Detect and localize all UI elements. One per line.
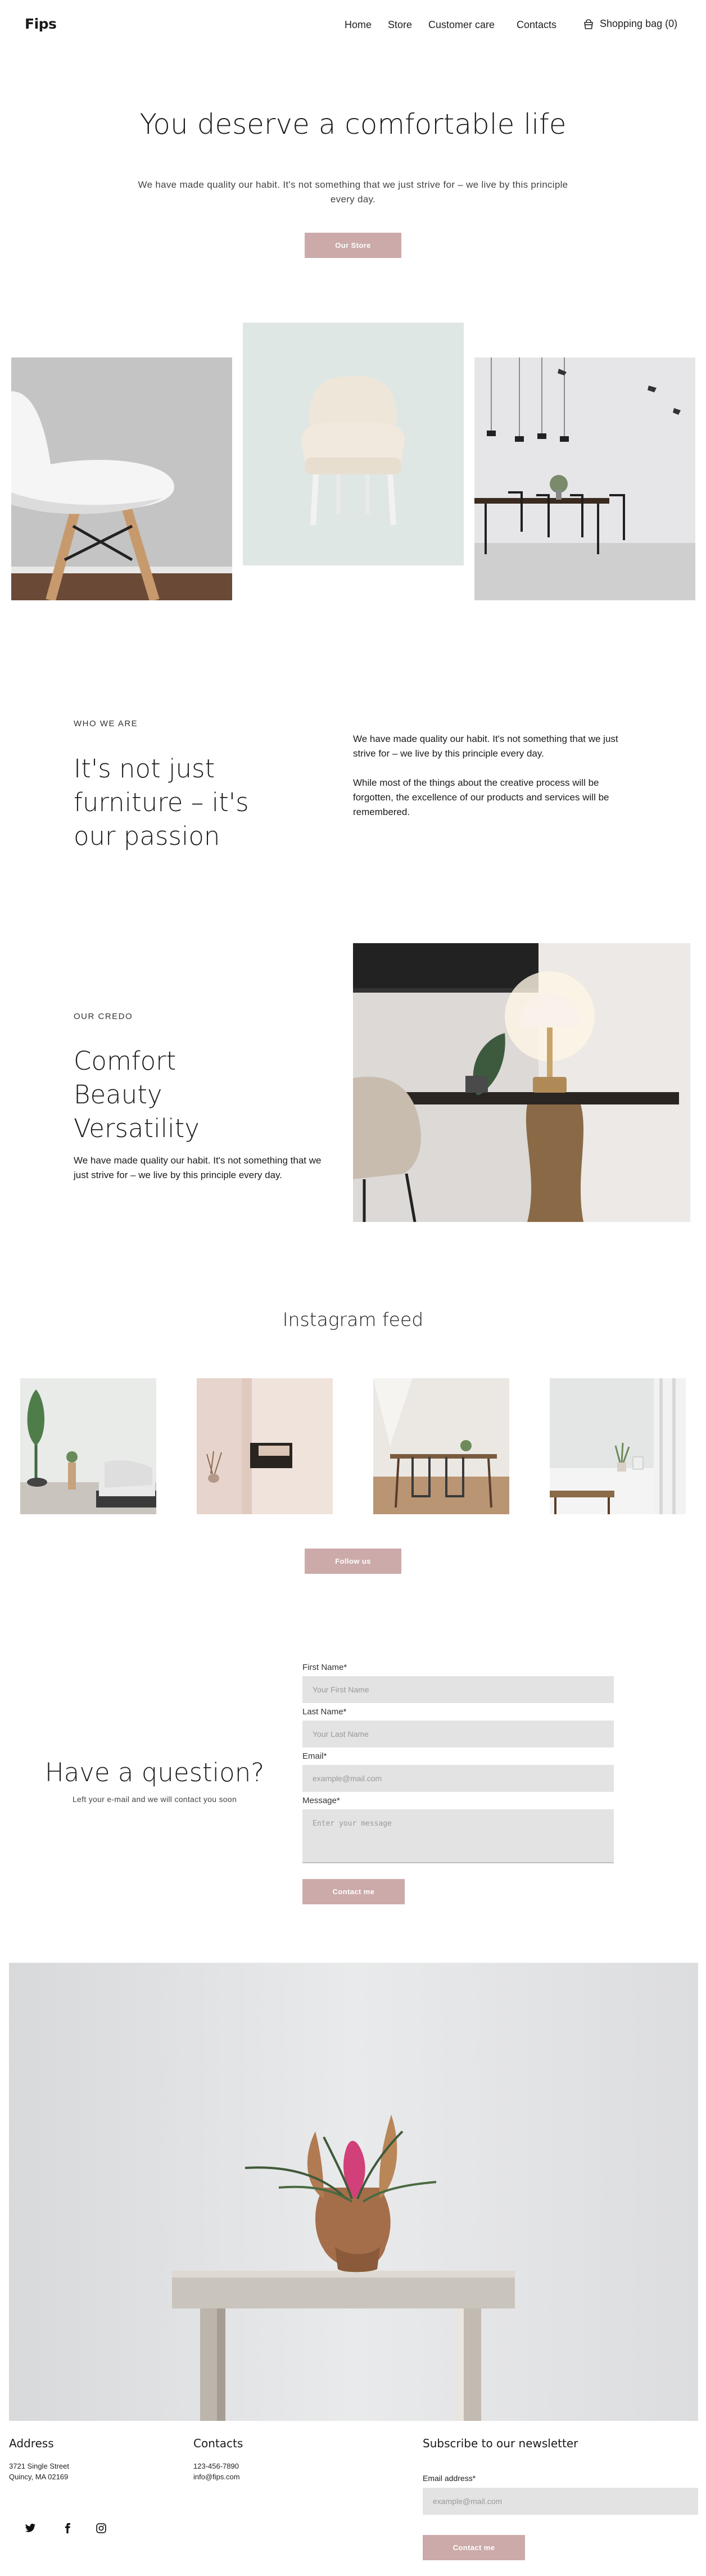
contact-subtitle: Left your e-mail and we will contact you… bbox=[72, 1795, 237, 1804]
first-name-label: First Name* bbox=[302, 1663, 347, 1672]
about-eyebrow: WHO WE ARE bbox=[74, 719, 138, 728]
white-chair-photo bbox=[11, 357, 232, 600]
armchair-photo bbox=[243, 323, 464, 565]
credo-heading: Comfort Beauty Versatility bbox=[74, 1044, 310, 1146]
twitter-icon[interactable] bbox=[25, 2523, 36, 2534]
last-name-input[interactable]: Your Last Name bbox=[302, 1721, 614, 1747]
contact-title: Have a question? bbox=[44, 1758, 265, 1787]
newsletter-title: Subscribe to our newsletter bbox=[423, 2437, 578, 2450]
hero-title: You deserve a comfortable life bbox=[139, 108, 567, 141]
footer-contacts-title: Contacts bbox=[193, 2437, 243, 2450]
footer-address-title: Address bbox=[9, 2437, 54, 2450]
hero-subtitle: We have made quality our habit. It's not… bbox=[138, 179, 568, 205]
site-logo[interactable]: Fips bbox=[25, 16, 57, 32]
email-label: Email* bbox=[302, 1751, 327, 1761]
message-label: Message* bbox=[302, 1796, 340, 1805]
facebook-icon[interactable] bbox=[62, 2523, 73, 2534]
follow-us-button[interactable]: Follow us bbox=[305, 1549, 401, 1574]
nav-home[interactable]: Home bbox=[345, 19, 372, 31]
about-heading-line: our passion bbox=[74, 821, 220, 851]
first-name-input[interactable]: Your First Name bbox=[302, 1676, 614, 1703]
footer-email[interactable]: info@fips.com bbox=[193, 2471, 240, 2483]
desk-lamp-photo bbox=[353, 943, 690, 1222]
shopping-bag-icon bbox=[584, 19, 593, 29]
instagram-photo-2[interactable] bbox=[197, 1378, 333, 1514]
nav-contacts[interactable]: Contacts bbox=[517, 19, 556, 31]
credo-heading-line: Versatility bbox=[74, 1113, 200, 1143]
instagram-photo-3[interactable] bbox=[373, 1378, 509, 1514]
instagram-title: Instagram feed bbox=[282, 1309, 424, 1330]
newsletter-email-input[interactable]: example@mail.com bbox=[423, 2488, 698, 2515]
instagram-photo-4[interactable] bbox=[550, 1378, 686, 1514]
about-paragraph-2: While most of the things about the creat… bbox=[353, 777, 609, 817]
last-name-label: Last Name* bbox=[302, 1707, 347, 1717]
contact-me-button[interactable]: Contact me bbox=[302, 1879, 405, 1904]
instagram-icon[interactable] bbox=[96, 2523, 107, 2534]
credo-eyebrow: OUR CREDO bbox=[74, 1012, 133, 1021]
about-heading: It's not just furniture – it's our passi… bbox=[74, 752, 332, 853]
about-heading-line: furniture – it's bbox=[74, 787, 249, 817]
newsletter-email-label: Email address* bbox=[423, 2474, 476, 2483]
credo-paragraph: We have made quality our habit. It's not… bbox=[74, 1155, 322, 1180]
about-paragraph-1: We have made quality our habit. It's not… bbox=[353, 734, 618, 759]
credo-heading-line: Comfort bbox=[74, 1046, 176, 1076]
shopping-bag-label: Shopping bag (0) bbox=[600, 18, 678, 29]
about-heading-line: It's not just bbox=[74, 754, 215, 784]
dining-room-photo bbox=[474, 357, 695, 600]
email-input[interactable]: example@mail.com bbox=[302, 1765, 614, 1792]
message-textarea[interactable]: Enter your message bbox=[302, 1809, 614, 1863]
footer-phone[interactable]: 123-456-7890 bbox=[193, 2461, 239, 2472]
nav-customer-care[interactable]: Customer care bbox=[428, 19, 495, 31]
footer-address-line2: Quincy, MA 02169 bbox=[9, 2473, 69, 2481]
credo-heading-line: Beauty bbox=[74, 1080, 162, 1110]
plant-on-table-photo bbox=[9, 1963, 698, 2421]
footer-address-line1: 3721 Single Street bbox=[9, 2462, 69, 2470]
newsletter-submit-button[interactable]: Contact me bbox=[423, 2535, 525, 2560]
shopping-bag-button[interactable]: Shopping bag (0) bbox=[583, 18, 677, 30]
nav-store[interactable]: Store bbox=[388, 19, 412, 31]
our-store-button[interactable]: Our Store bbox=[305, 233, 401, 258]
instagram-photo-1[interactable] bbox=[20, 1378, 156, 1514]
